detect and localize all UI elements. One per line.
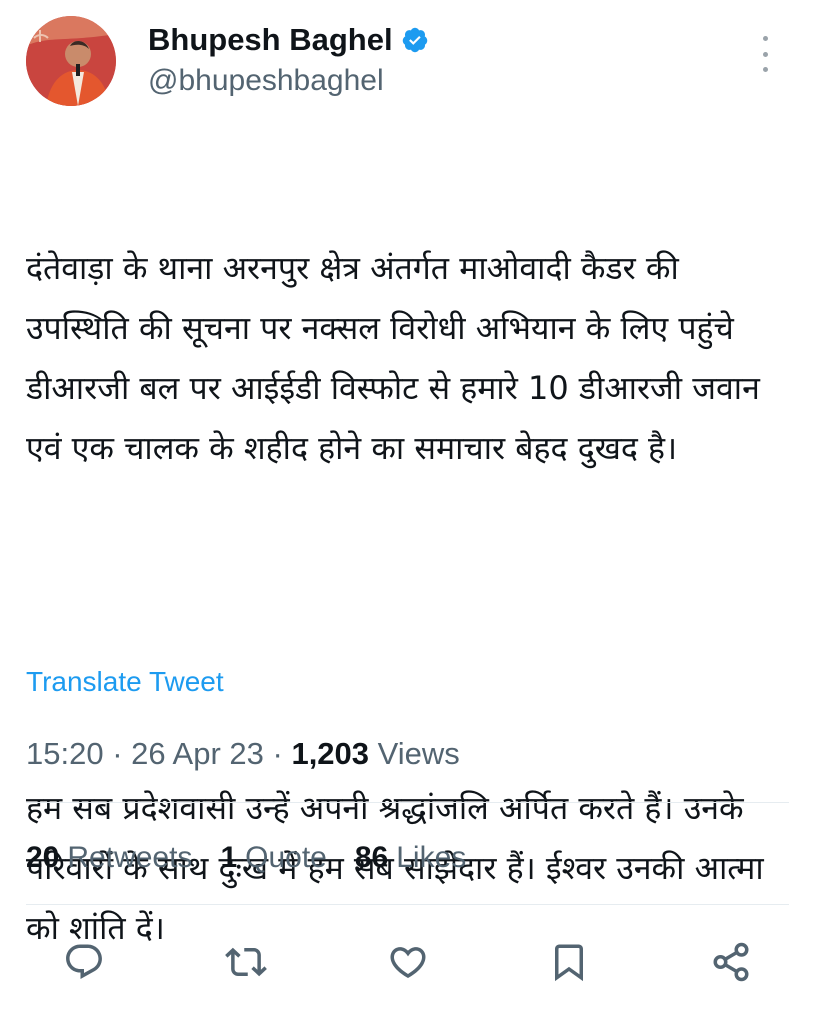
reply-icon	[66, 944, 102, 979]
tweet-meta: 15:20 · 26 Apr 23 · 1,203 Views	[26, 734, 460, 774]
retweets-count: 20	[26, 841, 60, 874]
quotes-label: Quote	[245, 841, 327, 874]
share-button[interactable]	[705, 936, 757, 988]
bookmark-icon	[555, 944, 584, 982]
more-dot-icon	[762, 51, 768, 57]
share-icon	[713, 942, 749, 982]
quotes-count: 1	[220, 841, 238, 874]
avatar-image	[26, 16, 116, 106]
translate-tweet-link[interactable]: Translate Tweet	[26, 664, 224, 700]
more-dot-icon	[762, 67, 768, 72]
avatar[interactable]	[26, 16, 116, 106]
author-info: Bhupesh Baghel @bhupeshbaghel	[148, 22, 429, 100]
retweets-stat[interactable]: 20 Retweets	[26, 838, 192, 878]
tweet-paragraph: दंतेवाड़ा के थाना अरनपुर क्षेत्र अंतर्गत…	[26, 249, 771, 467]
likes-stat[interactable]: 86 Likes	[355, 838, 466, 878]
tweet-text: दंतेवाड़ा के थाना अरनपुर क्षेत्र अंतर्गत…	[26, 118, 791, 1018]
meta-separator: ·	[272, 736, 283, 771]
engagement-stats: 20 Retweets 1 Quote 86 Likes	[26, 838, 466, 878]
likes-label: Likes	[396, 841, 467, 874]
more-dot-icon	[762, 36, 768, 41]
meta-separator: ·	[112, 736, 123, 771]
verified-badge-icon	[401, 26, 429, 54]
divider	[26, 802, 789, 803]
divider	[26, 904, 789, 905]
like-icon	[389, 947, 426, 979]
bookmark-button[interactable]	[543, 936, 595, 988]
likes-count: 86	[354, 841, 389, 874]
quotes-stat[interactable]: 1 Quote	[220, 838, 326, 878]
retweet-icon	[224, 947, 267, 977]
display-name[interactable]: Bhupesh Baghel	[148, 22, 393, 58]
more-options-button[interactable]	[753, 36, 777, 72]
tweet-date[interactable]: 26 Apr 23	[131, 736, 264, 771]
tweet-header: Bhupesh Baghel @bhupeshbaghel	[26, 16, 789, 112]
tweet-actions	[26, 934, 789, 990]
reply-button[interactable]	[58, 936, 110, 988]
retweet-button[interactable]	[220, 936, 272, 988]
author-handle[interactable]: @bhupeshbaghel	[148, 62, 429, 100]
tweet-time[interactable]: 15:20	[26, 736, 104, 771]
views-label: Views	[377, 736, 460, 771]
retweets-label: Retweets	[67, 841, 193, 874]
name-row: Bhupesh Baghel	[148, 22, 429, 58]
views-count: 1,203	[291, 736, 370, 771]
like-button[interactable]	[382, 936, 434, 988]
